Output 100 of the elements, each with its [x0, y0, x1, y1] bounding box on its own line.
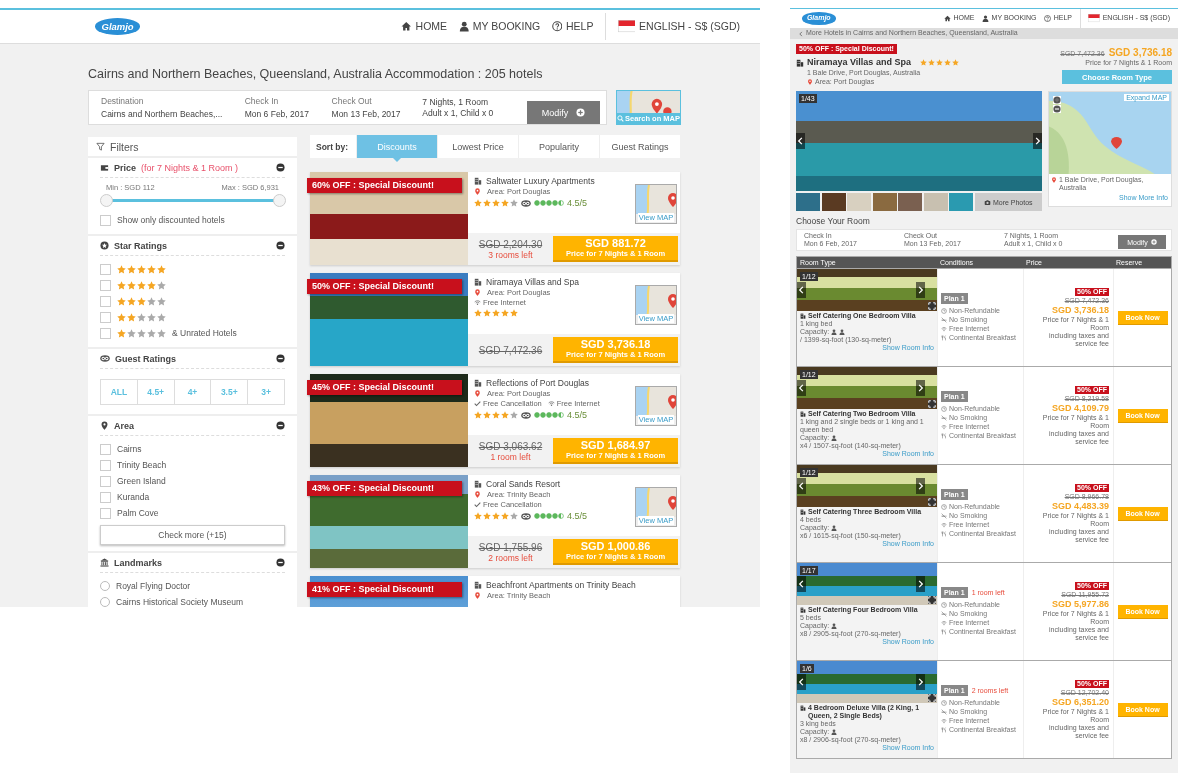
- checkbox[interactable]: [100, 443, 111, 455]
- room-price: SGD 4,483.39: [1051, 500, 1109, 512]
- person-icon: [831, 435, 838, 442]
- radio-label: Cairns Historical Society Museum: [116, 597, 244, 607]
- checkbox[interactable]: [100, 295, 111, 307]
- field-value: Cairns and Northern Beaches,...: [101, 109, 224, 119]
- radio-button[interactable]: [100, 597, 110, 607]
- star-icon: [127, 264, 136, 274]
- star-icon: [117, 312, 126, 322]
- modify-button[interactable]: Modify: [527, 101, 600, 124]
- discount-ribbon: 50% OFF : Special Discount!: [307, 279, 462, 294]
- checkbox[interactable]: [100, 459, 111, 471]
- page-title: Cairns and Northern Beaches, Queensland, Australia Accommodation : 205 hotels: [88, 67, 544, 81]
- checkbox[interactable]: [100, 279, 111, 291]
- rooms-left: 1 room left: [490, 451, 531, 462]
- guest-score: 4.5/5: [567, 511, 588, 521]
- original-price: SGD 3,063.62: [478, 440, 543, 452]
- landmark-icon: [100, 558, 109, 567]
- photo-thumbnail[interactable]: [923, 193, 948, 212]
- collapse-icon[interactable]: [276, 241, 285, 250]
- photo-thumbnail[interactable]: [847, 193, 871, 212]
- fork-knife-icon: [941, 530, 947, 537]
- checkbox[interactable]: [100, 507, 111, 519]
- star-icon: [127, 296, 136, 306]
- hotel-name[interactable]: Niramaya Villas and Spa: [486, 277, 579, 287]
- check-icon: [474, 501, 481, 508]
- hotel-icon: [474, 278, 482, 286]
- language-selector[interactable]: ENGLISH - S$ (SGD): [617, 20, 740, 33]
- field-value: Mon 6 Feb, 2017: [244, 109, 310, 119]
- radio-label: Royal Flying Doctor: [116, 581, 191, 591]
- field-label: Destination: [101, 96, 145, 106]
- no-smoking-icon: [941, 414, 947, 421]
- collapse-icon[interactable]: [276, 558, 285, 567]
- star-icon: [157, 280, 166, 290]
- location-pin-icon: [474, 390, 481, 397]
- photo-thumbnail[interactable]: [872, 193, 897, 212]
- wallet-icon: [100, 163, 109, 172]
- star-icon: [147, 328, 156, 338]
- hotel-name[interactable]: Reflections of Port Douglas: [486, 378, 589, 388]
- checkbox[interactable]: [100, 214, 111, 226]
- sort-label: Sort by:: [315, 140, 350, 154]
- photo-thumbnail[interactable]: [821, 193, 846, 212]
- rooms-left: 2 rooms left: [488, 552, 533, 563]
- wifi-icon: [941, 619, 947, 626]
- radio-button[interactable]: [100, 581, 110, 591]
- star-icon: [147, 312, 156, 322]
- room-price: SGD 4,109.79: [1051, 402, 1109, 414]
- rooms-left: 3 rooms left: [488, 249, 533, 260]
- person-icon: [458, 21, 470, 32]
- logo: Glamjo: [95, 18, 141, 35]
- checkbox[interactable]: [100, 475, 111, 487]
- star-icon: [127, 312, 136, 322]
- wifi-icon: [941, 521, 947, 528]
- collapse-icon[interactable]: [276, 163, 285, 172]
- star-icon: [137, 280, 146, 290]
- hotel-name[interactable]: Beachfront Apartments on Trinity Beach: [486, 580, 636, 590]
- checkbox[interactable]: [100, 311, 111, 323]
- person-icon: [831, 623, 838, 630]
- checkbox-label: & Unrated Hotels: [172, 328, 237, 338]
- wifi-icon: [941, 423, 947, 430]
- section-title: Guest Ratings: [115, 353, 176, 364]
- hotel-name[interactable]: Coral Sands Resort: [486, 479, 561, 489]
- collapse-icon[interactable]: [276, 421, 285, 430]
- room-icon: [800, 705, 806, 712]
- clock-icon: [941, 503, 947, 510]
- no-smoking-icon: [941, 708, 947, 715]
- field-value: Adult x 1, Child x 0: [422, 108, 495, 118]
- nav-link[interactable]: MY BOOKING: [458, 20, 541, 33]
- section-title: Area: [114, 420, 134, 431]
- check-more-button[interactable]: Check more (+15): [100, 525, 285, 545]
- star-icon: [117, 280, 126, 290]
- price-range-slider[interactable]: [100, 194, 285, 207]
- star-circle-icon: [100, 241, 109, 250]
- nav-link[interactable]: HOME: [401, 20, 448, 33]
- photo-thumbnail[interactable]: [796, 193, 820, 212]
- photo-thumbnail[interactable]: [949, 193, 973, 212]
- hotel-name: Niramaya Villas and Spa: [807, 57, 911, 69]
- nav-link[interactable]: HELP: [551, 20, 594, 33]
- checkbox[interactable]: [100, 491, 111, 503]
- section-title: Landmarks: [114, 557, 163, 568]
- person-icon: [982, 15, 990, 22]
- collapse-icon[interactable]: [276, 354, 285, 363]
- original-price: SGD 1,755.96: [478, 541, 543, 553]
- guest-score: 4.5/5: [567, 410, 588, 420]
- star-icon: [157, 296, 166, 306]
- checkbox[interactable]: [100, 263, 111, 275]
- star-icon: [157, 312, 166, 322]
- discount-ribbon: 60% OFF : Special Discount!: [307, 178, 462, 193]
- section-note: (for 7 Nights & 1 Room ): [141, 162, 239, 173]
- location-pin-icon: [100, 421, 109, 430]
- location-pin-icon: [474, 289, 481, 296]
- photo-thumbnail[interactable]: [898, 193, 922, 212]
- map-icon: [617, 91, 680, 113]
- star-icon: [147, 280, 156, 290]
- hotel-icon: [796, 58, 804, 67]
- no-smoking-icon: [941, 512, 947, 519]
- room-icon: [800, 411, 806, 418]
- hotel-name[interactable]: Saltwater Luxury Apartments: [486, 176, 595, 186]
- checkbox-label: Palm Cove: [117, 508, 159, 518]
- checkbox[interactable]: [100, 327, 111, 339]
